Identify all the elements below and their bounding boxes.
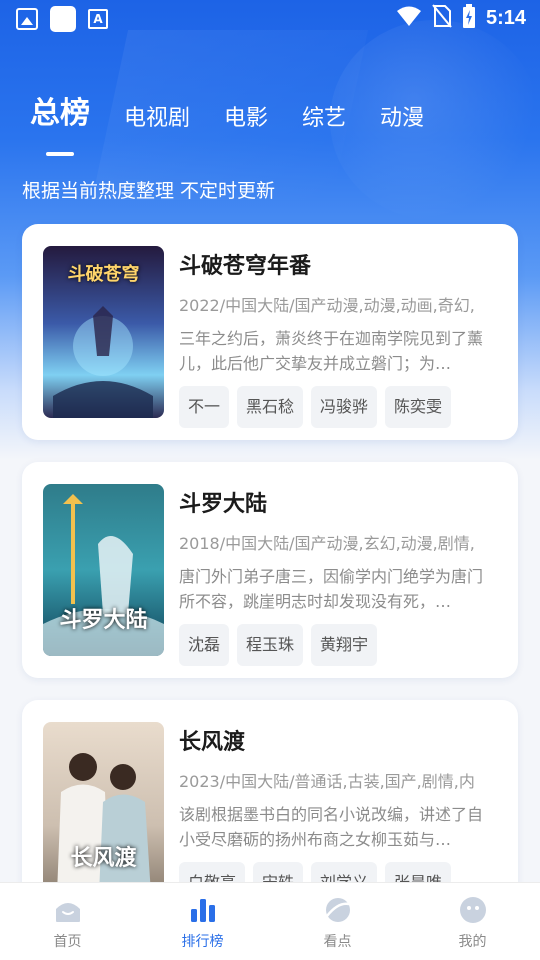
card-meta: 2023/中国大陆/普通话,古装,国产,剧情,内 [179,772,475,791]
poster-image: 斗罗大陆 [43,484,164,656]
poster-image: 斗破苍穹 [43,246,164,418]
smiley-icon [458,895,488,925]
card-title: 长风渡 [179,730,246,755]
tab-anime[interactable]: 动漫 [380,100,424,138]
wifi-icon [396,5,422,31]
bottom-navigation: 首页 排行榜 看点 我的 [0,882,540,960]
cast-tag[interactable]: 沈磊 [179,624,230,666]
no-sim-icon [432,4,452,32]
nav-item-ranking[interactable]: 排行榜 [135,883,270,960]
app-square-icon [50,6,76,32]
nav-item-home[interactable]: 首页 [0,883,135,960]
home-icon [53,895,83,925]
cast-tag[interactable]: 不一 [179,386,230,428]
nav-item-profile[interactable]: 我的 [405,883,540,960]
category-tabs: 总榜 电视剧 电影 综艺 动漫 [30,88,458,138]
ranking-card[interactable]: 斗罗大陆 斗罗大陆 2018/中国大陆/国产动漫,玄幻,动漫,剧情, 唐门外门弟… [22,462,518,678]
tab-overall[interactable]: 总榜 [30,88,90,138]
status-bar: A 5:14 [0,0,540,36]
bar-chart-icon [188,895,218,925]
tab-movies[interactable]: 电影 [224,100,268,138]
cast-tags: 沈磊 程玉珠 黄翔宇 [179,624,489,666]
card-title: 斗罗大陆 [179,492,268,517]
poster-title-text: 长风渡 [70,845,137,871]
card-meta: 2018/中国大陆/国产动漫,玄幻,动漫,剧情, [179,534,475,553]
card-description: 三年之约后，萧炎终于在迦南学院见到了薰儿，此后他广交挚友并成立磐门；为… [179,329,484,373]
cast-tag[interactable]: 冯骏骅 [311,386,378,428]
card-meta: 2022/中国大陆/国产动漫,动漫,动画,奇幻, [179,296,475,315]
cast-tag[interactable]: 程玉珠 [237,624,304,666]
poster-title-text: 斗破苍穹 [67,264,140,285]
status-time: 5:14 [485,6,526,29]
planet-icon [323,895,353,925]
nav-label: 看点 [323,934,352,950]
poster-title-text: 斗罗大陆 [59,607,148,633]
nav-label: 排行榜 [181,934,224,950]
card-title: 斗破苍穹年番 [179,254,312,279]
card-description: 唐门外门弟子唐三，因偷学内门绝学为唐门所不容，跳崖明志时却发现没有死，… [179,567,484,611]
nav-label: 我的 [458,934,487,950]
nav-item-highlights[interactable]: 看点 [270,883,405,960]
ranking-subtitle: 根据当前热度整理 不定时更新 [22,180,276,202]
card-description: 该剧根据墨书白的同名小说改编，讲述了自小受尽磨砺的扬州布商之女柳玉茹与… [179,805,484,849]
poster-image: 长风渡 [43,722,164,894]
ranking-card[interactable]: 斗破苍穹 斗破苍穹年番 2022/中国大陆/国产动漫,动漫,动画,奇幻, 三年之… [22,224,518,440]
tab-tv-series[interactable]: 电视剧 [124,100,190,138]
cast-tag[interactable]: 黑石稔 [237,386,304,428]
tab-variety[interactable]: 综艺 [302,100,346,138]
cast-tag[interactable]: 黄翔宇 [311,624,378,666]
cast-tag[interactable]: 陈奕雯 [385,386,452,428]
cast-tags: 不一 黑石稔 冯骏骅 陈奕雯 [179,386,489,428]
image-icon [16,8,38,30]
ranking-list: 斗破苍穹 斗破苍穹年番 2022/中国大陆/国产动漫,动漫,动画,奇幻, 三年之… [22,224,518,938]
nav-label: 首页 [53,934,82,950]
battery-charging-icon [462,4,476,32]
a-icon: A [88,9,108,29]
